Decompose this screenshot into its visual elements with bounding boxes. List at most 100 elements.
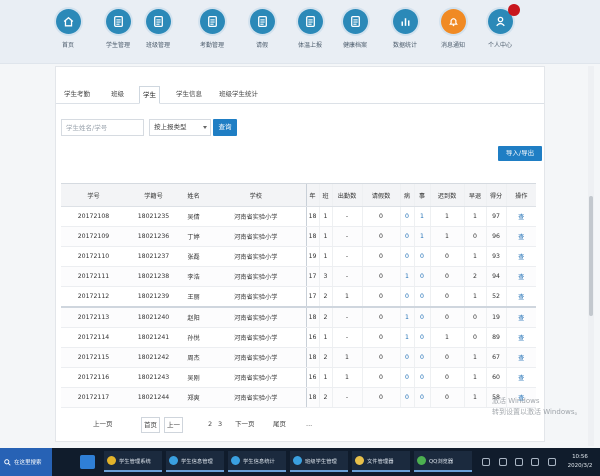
view-link[interactable]: 查 [505,286,536,308]
table-cell: 97 [485,206,506,227]
table-cell: 18021237 [126,246,181,267]
taskbar-search-box[interactable]: 在这里搜索 [0,448,52,476]
view-link[interactable]: 查 [505,246,536,267]
table-cell: 18021239 [126,286,181,308]
page-link[interactable]: 下一页 [233,417,257,431]
taskbar-app[interactable]: QQ浏览器 [414,451,472,472]
nav-item-bell[interactable]: 消息通知 [431,9,475,49]
document-icon [249,9,275,34]
table-cell: 0 [361,327,400,348]
page-link[interactable]: 2 [206,417,214,431]
taskbar-app[interactable]: 学生信息管理 [166,451,224,472]
nav-item-clipboard[interactable]: 考勤管理 [190,9,234,49]
tab-2[interactable]: 学生 [139,86,160,104]
tab-4[interactable]: 班级学生统计 [216,88,261,103]
nav-item-document[interactable]: 请假 [240,9,284,49]
report-type-select[interactable]: 按上报类型 [149,119,211,136]
table-cell: 0 [399,367,414,388]
table-row: 20172112 18021239 王丽 河南省实验小学 17 2 1 0 0 0 0 1 52 查 [61,286,536,308]
scrollbar-thumb[interactable] [589,196,593,316]
table-cell: 周杰 [181,347,206,368]
table-cell: 张磊 [181,246,206,267]
taskbar-app-label: 学生信息统计 [243,458,275,465]
clipboard-icon [199,9,225,34]
table-cell: 吴刚 [181,367,206,388]
table-cell: 20172114 [61,327,126,348]
table-cell: 18021244 [126,387,181,408]
nav-item-chart[interactable]: 数据统计 [383,9,427,49]
table-cell: 18 [305,307,319,328]
page-link[interactable]: 上一页 [91,417,115,431]
view-link[interactable]: 查 [505,367,536,388]
table-cell: 1 [463,347,486,368]
table-cell: 河南省实验小学 [206,206,306,227]
table-cell: 0 [361,266,400,287]
volume-icon[interactable] [514,458,523,466]
notification-icon[interactable] [547,458,556,466]
table-cell: 河南省实验小学 [206,226,306,247]
table-cell: 0 [399,347,414,368]
page-link[interactable]: ... [304,417,314,431]
chevron-up-icon[interactable] [482,458,491,466]
nav-item-label: 请假 [255,42,268,49]
table-cell: - [331,327,362,348]
nav-item-thermometer[interactable]: 体温上报 [288,9,332,49]
table-cell: 0 [361,246,400,267]
view-link[interactable]: 查 [505,266,536,287]
nav-item-label: 班级管理 [145,42,170,49]
top-navigation-bar: 首页 学生管理 班级管理 考勤管理 请假 体温上报 健康档案 数据统计 消息通知 个人中心 [0,0,600,64]
table-cell: 1 [318,206,332,227]
tab-3[interactable]: 学生信息 [173,88,205,103]
tab-1[interactable]: 班级 [108,88,127,103]
table-cell: 16 [305,367,319,388]
taskbar-app[interactable]: 学生管理系统 [104,451,162,472]
nav-item-list[interactable]: 学生管理 [96,9,140,49]
column-header: 班 [318,183,332,207]
home-icon [55,9,81,34]
table-cell: 0 [413,286,430,308]
network-icon[interactable] [498,458,507,466]
nav-item-folder[interactable]: 健康档案 [333,9,377,49]
nav-item-label: 学生管理 [105,42,130,49]
view-link[interactable]: 查 [505,206,536,227]
table-cell: 0 [429,266,464,287]
query-button[interactable]: 查询 [213,119,237,136]
chart-icon [392,9,418,34]
search-input[interactable] [61,119,144,136]
table-cell: 1 [463,387,486,408]
import-export-button[interactable]: 导入/导出 [498,146,542,161]
table-cell: 河南省实验小学 [206,327,306,348]
table-cell: 20172116 [61,367,126,388]
taskbar-clock[interactable]: 10:56 2020/3/2 [562,453,598,471]
table-row: 20172116 18021243 吴刚 河南省实验小学 16 1 1 0 0 0 0 1 60 查 [61,367,536,388]
nav-item-document[interactable]: 班级管理 [136,9,180,49]
taskbar-search-text: 在这里搜索 [14,460,42,466]
table-cell: 0 [413,307,430,328]
taskbar-app[interactable]: 班级学生管理 [290,451,348,472]
nav-item-home[interactable]: 首页 [46,9,90,49]
view-link[interactable]: 查 [505,307,536,328]
table-cell: 3 [318,266,332,287]
table-cell: 0 [399,387,414,408]
taskbar-app[interactable]: 文件管理器 [352,451,410,472]
table-cell: 89 [485,327,506,348]
taskbar-app-label: 学生信息管理 [181,458,213,465]
page-link[interactable]: 上一 [164,417,183,433]
table-row: 20172108 18021235 吴倩 河南省实验小学 18 1-0 0 1 1 1 97 查 [61,206,536,227]
view-link[interactable]: 查 [505,327,536,348]
input-method-icon[interactable] [531,458,540,466]
search-icon [4,458,11,466]
page-link[interactable]: 3 [216,417,224,431]
table-cell: 孙悦 [181,327,206,348]
vertical-scrollbar[interactable] [588,66,594,446]
taskbar-app[interactable]: 学生信息统计 [228,451,286,472]
view-link[interactable]: 查 [505,347,536,368]
table-cell: 河南省实验小学 [206,307,306,328]
nav-item-label: 首页 [61,42,74,49]
table-cell: 0 [413,266,430,287]
page-link[interactable]: 首页 [141,417,160,433]
quick-launch-icon[interactable] [80,455,95,469]
tab-0[interactable]: 学生考勤 [61,88,93,103]
view-link[interactable]: 查 [505,226,536,247]
page-link[interactable]: 尾页 [271,417,288,431]
